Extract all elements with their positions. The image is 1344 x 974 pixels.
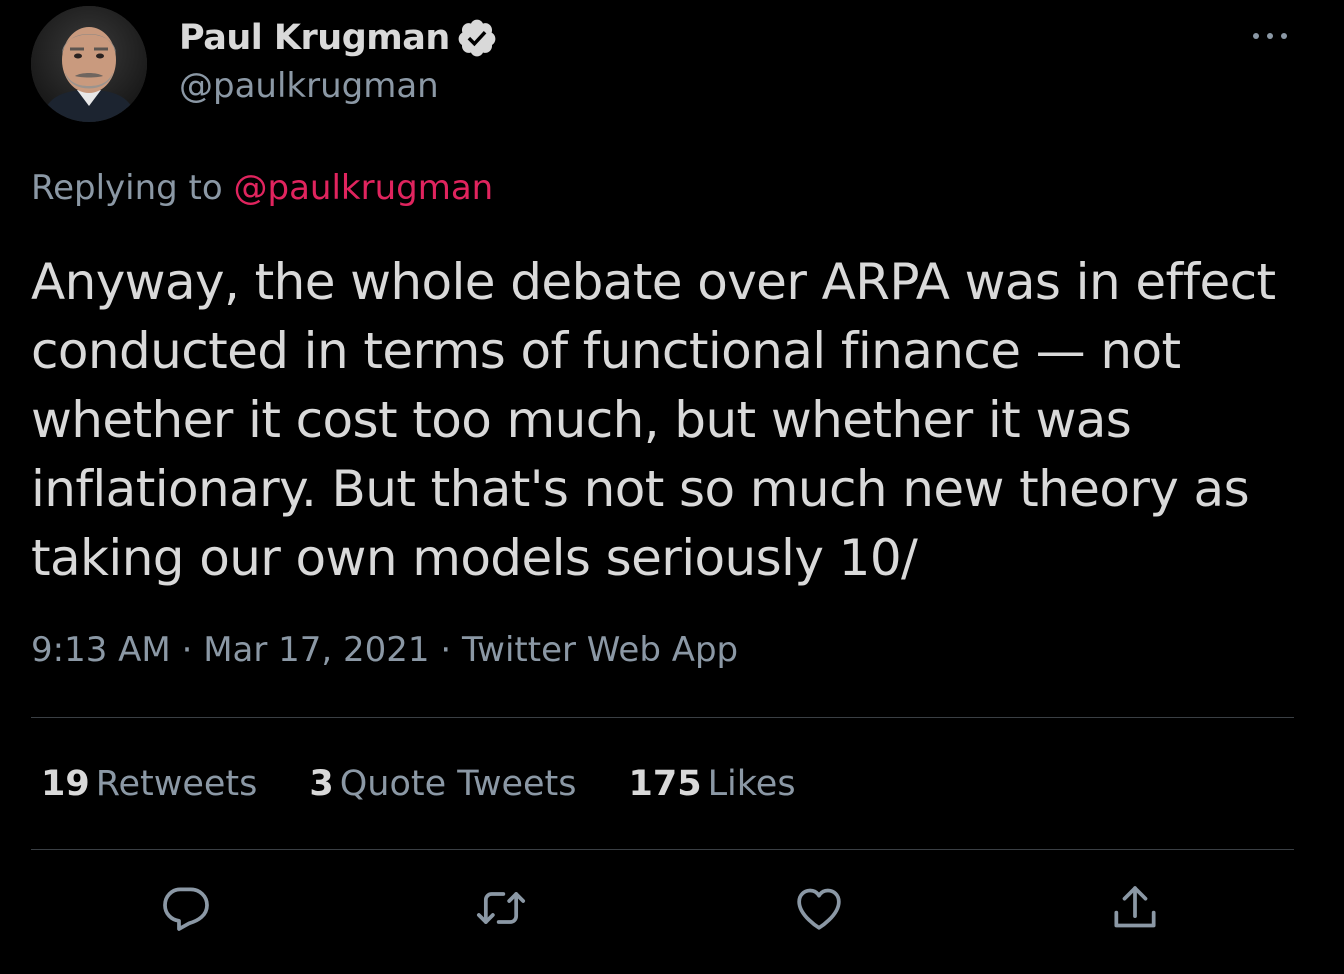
reply-icon [163,887,209,931]
likes-label: Likes [707,764,796,804]
tweet-detail: Paul Krugman @paulkrugman Replying to @p… [0,0,1344,974]
meta-separator: · [440,630,452,670]
tweet-text-line: Anyway, the whole debate over ARPA was i… [31,253,1276,311]
tweet-text-line: taking our own models seriously 10/ [31,529,918,587]
replying-to-prefix: Replying to [31,168,223,208]
share-icon [1114,886,1156,928]
replying-to-mention[interactable]: @paulkrugman [234,168,494,208]
quote-tweets-count: 3 [309,764,334,804]
more-icon[interactable] [1250,26,1290,46]
retweets-count: 19 [41,764,90,804]
retweets-label: Retweets [95,764,258,804]
action-bar [0,880,1344,940]
retweets-stat[interactable]: 19 Retweets [41,764,257,804]
tweet-date[interactable]: Mar 17, 2021 [203,630,429,670]
tweet-meta: 9:13 AM · Mar 17, 2021 · Twitter Web App [31,630,738,670]
likes-count: 175 [628,764,702,804]
tweet-text-line: inflationary. But that's not so much new… [31,460,1250,518]
likes-stat[interactable]: 175 Likes [629,764,796,804]
like-button[interactable] [791,880,847,936]
quote-tweets-label: Quote Tweets [339,764,577,804]
engagement-stats: 19 Retweets 3 Quote Tweets 175 Likes [41,764,848,804]
author-name-row[interactable]: Paul Krugman [179,16,498,60]
tweet-source[interactable]: Twitter Web App [462,630,738,670]
reply-button[interactable] [158,880,214,936]
divider [31,717,1294,718]
tweet-text-line: whether it cost too much, but whether it… [31,391,1132,449]
replying-to: Replying to @paulkrugman [31,168,493,208]
tweet-text: Anyway, the whole debate over ARPA was i… [31,248,1321,593]
divider [31,849,1294,850]
author-handle[interactable]: @paulkrugman [179,66,439,106]
tweet-time[interactable]: 9:13 AM [31,630,171,670]
quote-tweets-stat[interactable]: 3 Quote Tweets [309,764,576,804]
retweet-icon [476,892,526,924]
profile-photo-icon [31,6,147,122]
display-name[interactable]: Paul Krugman [179,18,450,58]
share-button[interactable] [1107,880,1163,936]
meta-separator: · [181,630,193,670]
verified-badge-icon [456,17,498,59]
avatar[interactable] [31,6,147,122]
heart-icon [797,888,841,930]
retweet-button[interactable] [473,880,529,936]
tweet-text-line: conducted in terms of functional finance… [31,322,1181,380]
